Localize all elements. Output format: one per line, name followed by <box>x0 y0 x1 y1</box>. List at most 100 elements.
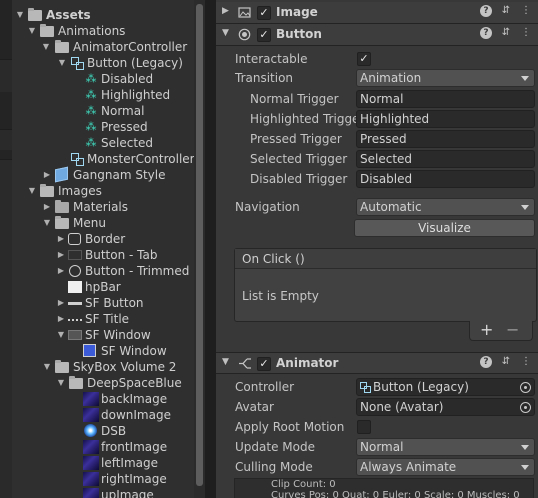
tree-item-dsb[interactable]: DSB <box>12 423 205 439</box>
preset-icon[interactable]: ⇵ <box>500 356 512 368</box>
expand-arrow-icon[interactable]: ▶ <box>56 311 66 327</box>
expand-arrow-icon[interactable]: ▼ <box>15 7 25 23</box>
menu-icon[interactable]: ⋮ <box>520 5 532 17</box>
button-enabled-checkbox[interactable]: ✓ <box>257 28 271 42</box>
menu-icon[interactable]: ⋮ <box>520 27 532 39</box>
tree-item-texture[interactable]: frontImage <box>12 439 205 455</box>
tree-item-label: Pressed <box>101 120 148 134</box>
preset-icon[interactable]: ⇵ <box>500 27 512 39</box>
selected-trigger-label: Selected Trigger <box>250 152 348 166</box>
image-icon <box>83 392 99 406</box>
help-icon[interactable]: ? <box>480 356 492 368</box>
image-enabled-checkbox[interactable]: ✓ <box>257 6 271 20</box>
collapse-arrow-icon[interactable]: ▼ <box>222 357 229 367</box>
tree-item-state[interactable]: ⁂ Disabled <box>12 71 205 87</box>
tree-item-monster-controller[interactable]: MonsterController <box>12 151 205 167</box>
update-mode-dropdown[interactable]: Normal <box>356 438 535 456</box>
tree-item-state[interactable]: ⁂ Highlighted <box>12 87 205 103</box>
collapse-arrow-icon[interactable]: ▼ <box>222 28 229 38</box>
tree-item-sf-window[interactable]: ▼ SF Window <box>12 327 205 343</box>
tree-item-animator-controller[interactable]: ▼ AnimatorController <box>12 39 205 55</box>
tree-item-gangnam-style[interactable]: ▶ Gangnam Style <box>12 166 205 183</box>
visualize-button[interactable]: Visualize <box>354 219 535 237</box>
object-picker-icon[interactable] <box>520 402 531 413</box>
animator-component-header[interactable]: ▼ ✓ Animator ? ⇵ ⋮ <box>216 352 538 374</box>
tree-item-animations[interactable]: ▼ Animations <box>12 23 205 39</box>
avatar-field[interactable]: None (Avatar) <box>356 398 535 416</box>
tree-item-label: Disabled <box>101 72 154 86</box>
tree-item-materials[interactable]: ▶ Materials <box>12 199 205 215</box>
tree-item-hpbar[interactable]: hpBar <box>12 279 205 295</box>
tree-item-texture[interactable]: rightImage <box>12 471 205 487</box>
chevron-down-icon <box>521 445 529 450</box>
remove-event-button[interactable]: − <box>506 320 519 339</box>
tree-item-state[interactable]: ⁂ Normal <box>12 103 205 119</box>
tree-item-skybox[interactable]: ▼ SkyBox Volume 2 <box>12 359 205 375</box>
tree-item-state[interactable]: ⁂ Selected <box>12 135 205 151</box>
menu-icon[interactable]: ⋮ <box>520 356 532 368</box>
chevron-down-icon <box>521 76 529 81</box>
expand-arrow-icon[interactable]: ▼ <box>56 327 66 343</box>
tree-item-button-trimmed[interactable]: ▶ Button - Trimmed <box>12 263 205 279</box>
pressed-trigger-field[interactable]: Pressed <box>356 130 535 148</box>
image-icon <box>83 488 99 498</box>
tree-item-button-tab[interactable]: ▶ Button - Tab <box>12 247 205 263</box>
tree-item-assets[interactable]: ▼ Assets <box>12 7 205 23</box>
tree-item-border[interactable]: ▶ Border <box>12 231 205 247</box>
controller-field[interactable]: Button (Legacy) <box>356 378 535 396</box>
expand-arrow-icon[interactable]: ▶ <box>56 231 66 247</box>
tree-item-texture[interactable]: downImage <box>12 407 205 423</box>
expand-arrow-icon[interactable]: ▼ <box>56 375 66 391</box>
expand-arrow-icon[interactable]: ▶ <box>56 295 66 311</box>
expand-arrow-icon[interactable]: ▶ <box>56 263 66 279</box>
disabled-trigger-field[interactable]: Disabled <box>356 170 535 188</box>
button-component-header[interactable]: ▼ ✓ Button ? ⇵ ⋮ <box>216 24 538 46</box>
tree-item-deepspaceblue[interactable]: ▼ DeepSpaceBlue <box>12 375 205 391</box>
tree-item-button-legacy[interactable]: ▼ Button (Legacy) <box>12 55 205 71</box>
normal-trigger-field[interactable]: Normal <box>356 90 535 108</box>
tree-item-sf-button[interactable]: ▶ SF Button <box>12 295 205 311</box>
left-strip-segment <box>0 92 12 130</box>
navigation-dropdown[interactable]: Automatic <box>356 198 535 216</box>
tree-item-label: backImage <box>101 392 168 406</box>
scrollbar-thumb[interactable] <box>196 4 203 486</box>
tree-item-sf-title[interactable]: ▶ SF Title <box>12 311 205 327</box>
tree-item-texture[interactable]: upImage <box>12 487 205 498</box>
expand-arrow-icon[interactable]: ▼ <box>57 55 67 71</box>
tree-item-texture[interactable]: backImage <box>12 391 205 407</box>
tree-item-images[interactable]: ▼ Images <box>12 183 205 199</box>
image-component-header[interactable]: ▶ ✓ Image ? ⇵ ⋮ <box>216 2 538 24</box>
tree-scrollbar[interactable] <box>194 0 205 498</box>
object-picker-icon[interactable] <box>520 382 531 393</box>
collapse-arrow-icon[interactable]: ▶ <box>222 6 229 16</box>
add-event-button[interactable]: + <box>480 320 493 339</box>
tree-item-menu[interactable]: ▼ Menu <box>12 215 205 231</box>
apply-root-motion-checkbox[interactable]: ✓ <box>357 420 371 434</box>
expand-arrow-icon[interactable]: ▼ <box>27 183 37 199</box>
header-tools: ? ⇵ ⋮ <box>472 5 532 21</box>
help-icon[interactable]: ? <box>480 5 492 17</box>
transition-dropdown[interactable]: Animation <box>356 69 535 87</box>
animator-enabled-checkbox[interactable]: ✓ <box>257 357 271 371</box>
tree-item-label: SF Window <box>101 344 167 358</box>
tree-item-state[interactable]: ⁂ Pressed <box>12 119 205 135</box>
selected-trigger-field[interactable]: Selected <box>356 150 535 168</box>
expand-arrow-icon[interactable]: ▼ <box>27 23 37 39</box>
expand-arrow-icon[interactable]: ▼ <box>42 215 52 231</box>
preset-icon[interactable]: ⇵ <box>500 5 512 17</box>
tree-item-sf-window-sprite[interactable]: SF Window <box>12 343 205 359</box>
panel-divider[interactable] <box>205 0 216 498</box>
expand-arrow-icon[interactable]: ▶ <box>56 247 66 263</box>
expand-arrow-icon[interactable]: ▶ <box>42 199 52 215</box>
help-icon[interactable]: ? <box>480 27 492 39</box>
dropdown-value: Automatic <box>360 200 422 214</box>
expand-arrow-icon[interactable]: ▼ <box>42 359 52 375</box>
interactable-checkbox[interactable]: ✓ <box>357 52 371 66</box>
tree-item-label: Selected <box>101 136 154 150</box>
image-icon <box>68 328 82 342</box>
expand-arrow-icon[interactable]: ▼ <box>41 39 51 55</box>
highlighted-trigger-field[interactable]: Highlighted <box>356 110 535 128</box>
culling-mode-dropdown[interactable]: Always Animate <box>356 458 535 476</box>
tree-item-texture[interactable]: leftImage <box>12 455 205 471</box>
expand-arrow-icon[interactable]: ▶ <box>42 167 52 183</box>
